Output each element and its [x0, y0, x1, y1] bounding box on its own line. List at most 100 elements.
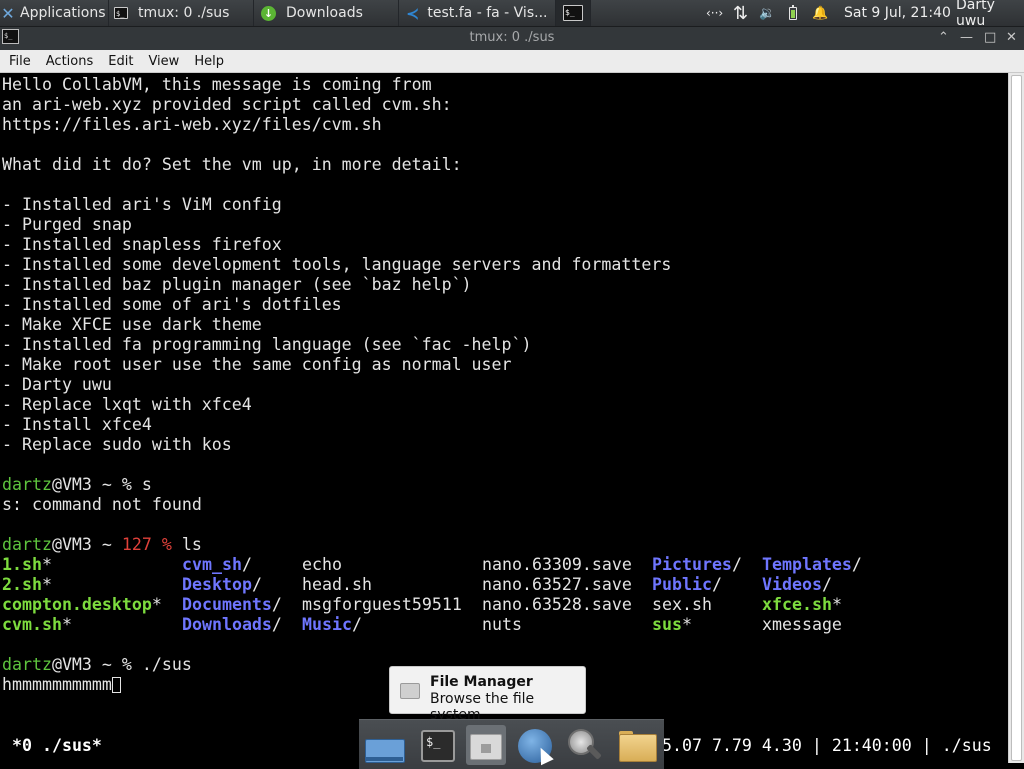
ls-entry-suffix: /	[851, 555, 862, 574]
menu-actions[interactable]: Actions	[40, 54, 100, 69]
terminal-line: - Installed some development tools, lang…	[2, 255, 672, 274]
ls-entry: compton.desktop*	[2, 595, 162, 615]
top-panel: ✕ Applications $_ tmux: 0 ./sus ↓ Downlo…	[0, 0, 1024, 29]
terminal-line: - Install xfce4	[2, 415, 152, 434]
tmux-window-label: *0 ./sus*	[12, 736, 102, 755]
prompt-command: @VM3 ~ % s	[51, 475, 152, 494]
volume-icon[interactable]: 🔉	[759, 0, 775, 26]
ls-entry: nano.63309.save	[482, 555, 632, 575]
ls-entry: Downloads/	[182, 615, 282, 635]
taskbar-item-vscode[interactable]: ≺ test.fa - fa - Vis...	[398, 0, 556, 26]
ls-entry: Pictures/	[652, 555, 742, 575]
ls-entry: Videos/	[762, 575, 832, 595]
ls-entry-name: nuts	[482, 615, 522, 634]
terminal-line: - Installed baz plugin manager (see `baz…	[2, 275, 472, 294]
ls-entry-name: head.sh	[302, 575, 372, 594]
ls-entry: nano.63527.save	[482, 575, 632, 595]
ls-entry-suffix: *	[681, 615, 692, 634]
menu-view[interactable]: View	[142, 54, 185, 69]
scrollbar-thumb[interactable]	[1011, 75, 1022, 761]
window-titlebar[interactable]: $_ tmux: 0 ./sus ⌃ — □ ✕	[0, 27, 1024, 50]
dock-app-finder-button[interactable]	[564, 725, 604, 765]
ls-entry-name: 2.sh	[2, 575, 42, 594]
dock-folder-button[interactable]	[617, 725, 657, 765]
network-icon[interactable]: ‹··›	[706, 0, 723, 26]
terminal-line: What did it do? Set the vm up, in more d…	[2, 155, 462, 174]
prompt-line: dartz@VM3 ~ 127 % ls	[2, 535, 202, 555]
dock-show-desktop-button[interactable]	[363, 725, 405, 765]
terminal-line: - Purged snap	[2, 215, 132, 234]
terminal-line: - Make root user use the same config as …	[2, 355, 512, 374]
dock-web-browser-button[interactable]	[515, 725, 555, 766]
taskbar-item-label: tmux: 0 ./sus	[138, 5, 230, 21]
ls-entry-suffix: /	[241, 555, 252, 574]
ls-entry-name: echo	[302, 555, 342, 574]
ls-entry-name: nano.63309.save	[482, 555, 632, 574]
taskbar-item-label: Downloads	[286, 5, 363, 21]
applications-menu-button[interactable]: ✕ Applications	[0, 0, 109, 26]
ls-entry-name: Downloads	[182, 615, 272, 634]
exit-code: 127 %	[121, 535, 172, 554]
ls-entry: Music/	[302, 615, 362, 635]
input-line[interactable]: hmmmmmmmmmm	[2, 675, 121, 695]
ls-entry-suffix: *	[151, 595, 162, 614]
menu-help[interactable]: Help	[188, 54, 230, 69]
tooltip-title: File Manager	[430, 674, 533, 690]
battery-icon-wrap[interactable]	[789, 0, 797, 26]
ls-entry-name: Music	[302, 615, 352, 634]
clock[interactable]: Sat 9 Jul, 21:40	[844, 0, 951, 26]
ls-entry: 1.sh*	[2, 555, 52, 575]
user-menu[interactable]: Darty uwu	[956, 0, 1024, 29]
shade-button[interactable]: ⌃	[938, 30, 949, 45]
bottom-dock: $_	[359, 719, 664, 769]
xfce-logo-icon: ✕	[1, 3, 15, 23]
text-cursor	[111, 677, 121, 693]
terminal-line: - Installed some of ari's dotfiles	[2, 295, 342, 314]
terminal-output[interactable]: Hello CollabVM, this message is coming f…	[0, 73, 1008, 763]
ls-entry: Public/	[652, 575, 722, 595]
ls-entry-name: Pictures	[652, 555, 732, 574]
terminal-line: - Replace sudo with kos	[2, 435, 232, 454]
minimize-button[interactable]: —	[960, 30, 973, 45]
ls-entry-name: Public	[652, 575, 712, 594]
taskbar-item-label: test.fa - fa - Vis...	[427, 5, 548, 21]
ls-entry-suffix: /	[271, 615, 282, 634]
prompt-line: dartz@VM3 ~ % s	[2, 475, 152, 495]
ls-entry-name: nano.63528.save	[482, 595, 632, 614]
prompt-user: dartz	[2, 475, 52, 494]
ls-entry-suffix: /	[821, 575, 832, 594]
ls-entry: cvm_sh/	[182, 555, 252, 575]
battery-icon	[789, 4, 797, 20]
taskbar-item-terminal[interactable]: $_	[556, 0, 591, 26]
transfer-icon[interactable]: ⇅	[733, 0, 748, 26]
ls-entry-suffix: *	[61, 615, 72, 634]
ls-entry-name: cvm.sh	[2, 615, 62, 634]
taskbar-item-downloads[interactable]: ↓ Downloads	[253, 0, 399, 26]
download-icon: ↓	[261, 5, 276, 21]
ls-entry-suffix: /	[251, 575, 262, 594]
ls-entry: xfce.sh*	[762, 595, 842, 615]
dock-file-manager-button[interactable]	[466, 725, 506, 765]
ls-entry: cvm.sh*	[2, 615, 72, 635]
dock-terminal-button[interactable]: $_	[418, 725, 458, 765]
terminal-line: - Installed fa programming language (see…	[2, 335, 532, 354]
maximize-button[interactable]: □	[984, 30, 996, 45]
close-button[interactable]: ✕	[1006, 30, 1017, 45]
notification-bell-icon[interactable]: 🔔	[812, 0, 828, 26]
terminal-icon: $_	[114, 7, 128, 19]
terminal-line: https://files.ari-web.xyz/files/cvm.sh	[2, 115, 382, 134]
ls-entry: msgforguest59511	[302, 595, 462, 615]
menu-file[interactable]: File	[3, 54, 37, 69]
terminal-scrollbar[interactable]	[1008, 73, 1024, 763]
ls-entry-name: msgforguest59511	[302, 595, 462, 614]
ls-entry-name: compton.desktop	[2, 595, 152, 614]
terminal-line: - Make XFCE use dark theme	[2, 315, 262, 334]
ls-entry-name: 1.sh	[2, 555, 42, 574]
ls-entry-name: Desktop	[182, 575, 252, 594]
ls-entry-name: Documents	[182, 595, 272, 614]
ls-entry-suffix: /	[271, 595, 282, 614]
menu-edit[interactable]: Edit	[102, 54, 139, 69]
ls-entry: Desktop/	[182, 575, 262, 595]
taskbar-item-tmux[interactable]: $_ tmux: 0 ./sus	[108, 0, 254, 26]
ls-entry: nano.63528.save	[482, 595, 632, 615]
